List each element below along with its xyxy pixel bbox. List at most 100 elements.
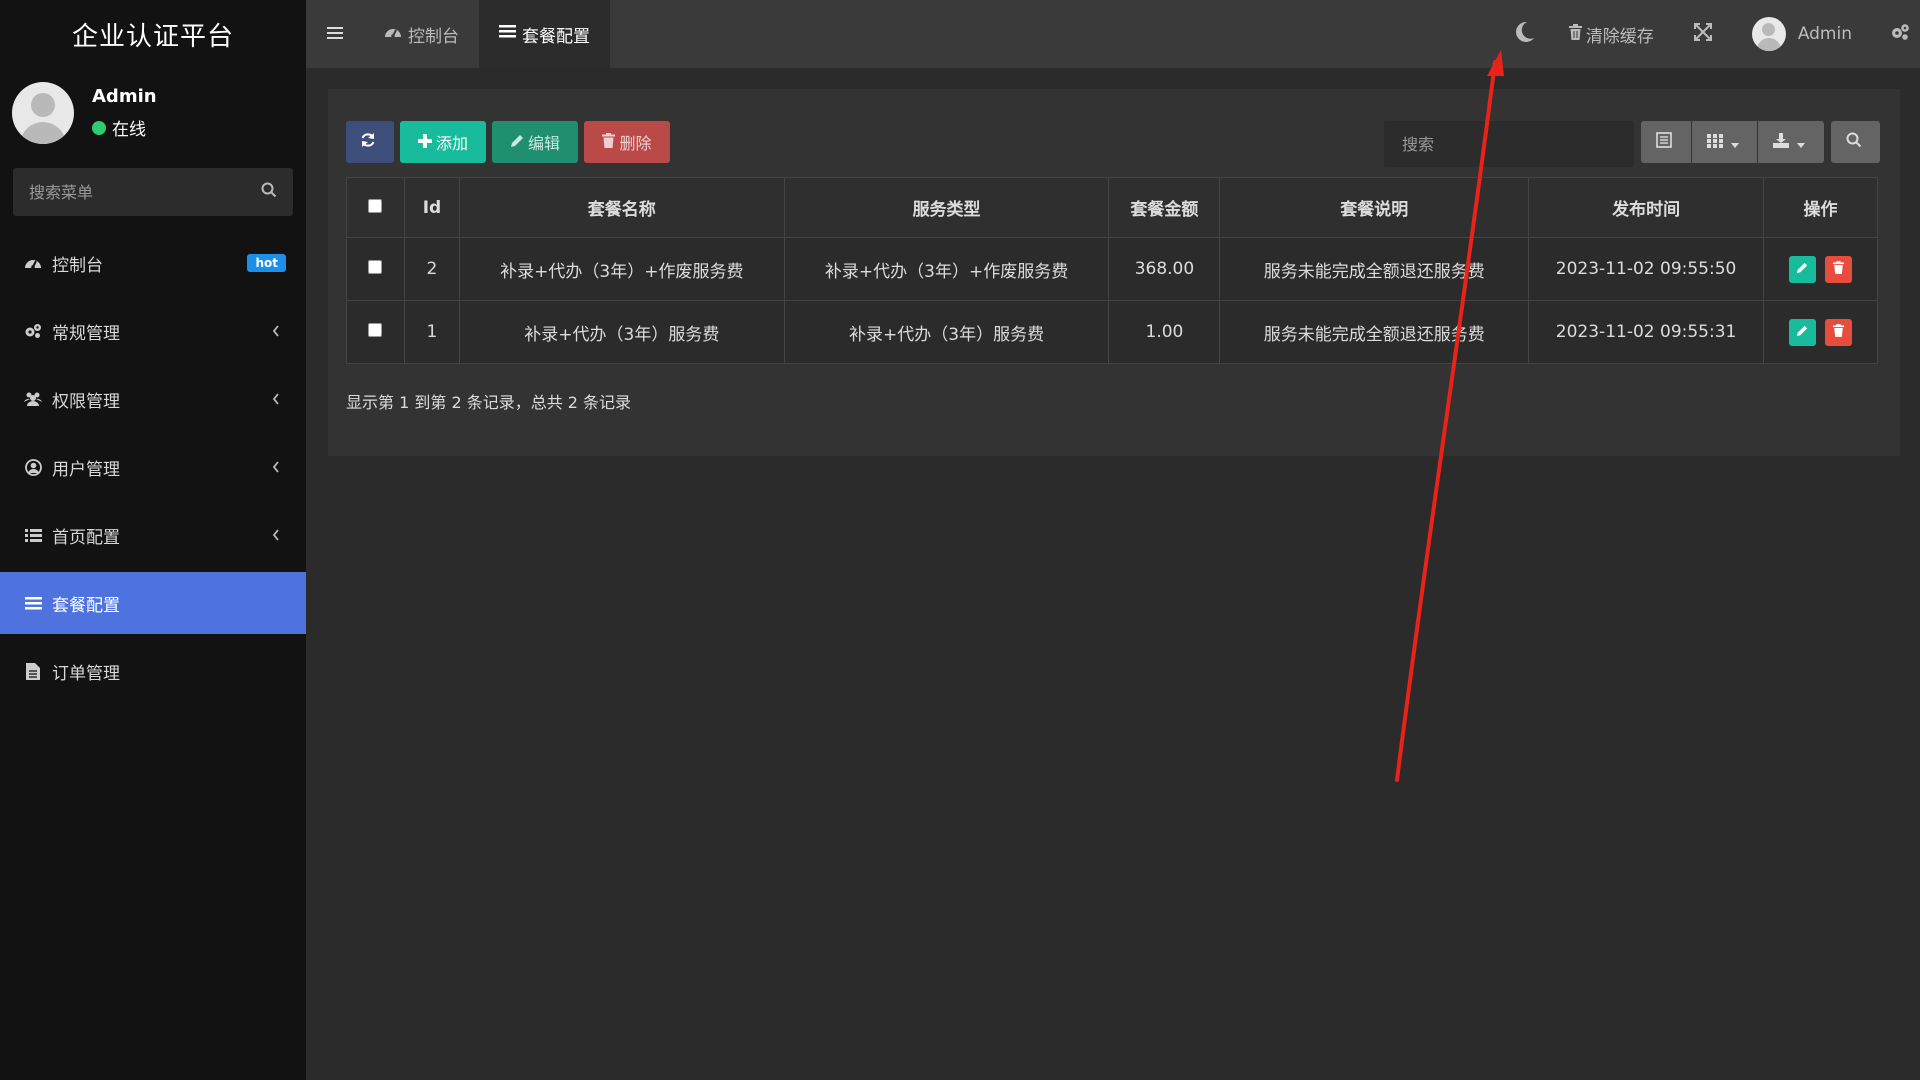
- sidebar-item-orders[interactable]: 订单管理: [0, 640, 306, 702]
- sidebar-item-users[interactable]: 用户管理: [0, 436, 306, 498]
- settings-button[interactable]: [1890, 23, 1910, 46]
- sidebar-search-input[interactable]: [29, 182, 261, 202]
- topbar-right: 清除缓存 Admin: [1515, 0, 1920, 68]
- user-status: 在线: [92, 115, 157, 140]
- tab-package-config[interactable]: 套餐配置: [479, 0, 610, 68]
- row-select-cell: [346, 237, 405, 301]
- row-delete-button[interactable]: [1825, 318, 1853, 346]
- row-checkbox[interactable]: [368, 260, 383, 274]
- sidebar-item-label: 权限管理: [52, 391, 120, 412]
- topbar: 控制台 套餐配置 清除缓存 Admin: [306, 0, 1920, 68]
- list-icon: [24, 594, 42, 612]
- avatar: [1751, 17, 1786, 51]
- cell-type: 补录+代办（3年）服务费: [783, 300, 1110, 364]
- sidebar-item-general[interactable]: 常规管理: [0, 300, 306, 362]
- fullscreen-button[interactable]: [1693, 22, 1712, 46]
- theme-toggle-button[interactable]: [1515, 21, 1535, 48]
- row-checkbox[interactable]: [368, 323, 383, 337]
- cell-actions: [1763, 300, 1878, 364]
- hot-badge: hot: [247, 254, 286, 272]
- expand-icon: [1693, 22, 1712, 46]
- column-header[interactable]: Id: [403, 177, 460, 238]
- edit-label: 编辑: [527, 134, 560, 153]
- list-view-icon: [1656, 132, 1676, 152]
- plus-icon: [417, 133, 436, 152]
- delete-button[interactable]: 删除: [584, 121, 670, 163]
- toggle-view-button[interactable]: [1641, 121, 1691, 163]
- sidebar-item-label: 常规管理: [52, 323, 120, 344]
- add-button[interactable]: 添加: [400, 121, 486, 163]
- sidebar-menu: 控制台 hot 常规管理 权限管理 用户管理 首页配置 套餐配置 订单管理: [0, 232, 306, 702]
- dashboard-icon: [384, 24, 408, 45]
- edit-button[interactable]: 编辑: [492, 121, 578, 163]
- table-row[interactable]: 1 补录+代办（3年）服务费 补录+代办（3年）服务费 1.00 服务未能完成全…: [346, 300, 1878, 364]
- table-header-row: Id 套餐名称 服务类型 套餐金额 套餐说明 发布时间 操作: [346, 177, 1878, 238]
- group-icon: [24, 390, 42, 408]
- sidebar-item-label: 订单管理: [52, 663, 120, 684]
- sidebar-item-label: 首页配置: [52, 527, 120, 548]
- pencil-icon: [510, 133, 528, 152]
- tab-label: 套餐配置: [522, 26, 590, 47]
- column-header[interactable]: 服务类型: [783, 177, 1110, 238]
- trash-icon: [1833, 322, 1845, 342]
- grid-icon: [1706, 133, 1727, 152]
- row-delete-button[interactable]: [1825, 255, 1853, 283]
- sidebar-item-label: 控制台: [52, 255, 103, 276]
- refresh-icon: [360, 132, 380, 152]
- table-search-input[interactable]: [1402, 134, 1622, 154]
- delete-label: 删除: [619, 134, 652, 153]
- row-edit-button[interactable]: [1788, 318, 1816, 346]
- sidebar-item-permission[interactable]: 权限管理: [0, 368, 306, 430]
- row-select-cell: [346, 300, 405, 364]
- advanced-search-button[interactable]: [1831, 121, 1880, 163]
- clear-cache-label: 清除缓存: [1585, 26, 1654, 47]
- clear-cache-button[interactable]: 清除缓存: [1568, 22, 1654, 47]
- column-header[interactable]: 套餐名称: [458, 177, 785, 238]
- online-dot-icon: [92, 120, 106, 135]
- pencil-icon: [1796, 322, 1808, 342]
- admin-menu[interactable]: Admin: [1751, 17, 1852, 51]
- caret-down-icon: [1797, 133, 1809, 152]
- table-row[interactable]: 2 补录+代办（3年）+作废服务费 补录+代办（3年）+作废服务费 368.00…: [346, 237, 1878, 301]
- sidebar-item-homepage-config[interactable]: 首页配置: [0, 504, 306, 566]
- chevron-left-icon: [272, 322, 280, 342]
- cell-desc: 服务未能完成全额退还服务费: [1219, 300, 1530, 364]
- row-edit-button[interactable]: [1788, 255, 1816, 283]
- sidebar: 企业认证平台 Admin 在线 控制台 hot 常规管理: [0, 0, 306, 1080]
- admin-label: Admin: [1797, 24, 1852, 44]
- cell-type: 补录+代办（3年）+作废服务费: [783, 237, 1110, 301]
- pagination-info: 显示第 1 到第 2 条记录，总共 2 条记录: [346, 393, 632, 412]
- export-icon: [1773, 132, 1793, 152]
- trash-icon: [1833, 259, 1845, 279]
- refresh-button[interactable]: [346, 121, 394, 163]
- chevron-left-icon: [272, 390, 280, 410]
- sidebar-toggle-button[interactable]: [306, 0, 364, 68]
- column-header[interactable]: 套餐说明: [1219, 177, 1530, 238]
- search-icon[interactable]: [261, 182, 277, 202]
- sidebar-item-package-config[interactable]: 套餐配置: [0, 572, 306, 634]
- cell-time: 2023-11-02 09:55:50: [1528, 237, 1765, 301]
- pencil-icon: [1796, 259, 1808, 279]
- sidebar-item-label: 套餐配置: [52, 595, 120, 616]
- sidebar-item-label: 用户管理: [52, 459, 120, 480]
- content-panel: 添加 编辑 删除 搜索 Id 套餐名称 服务类型 套餐金额 套餐说明 发布时间 …: [328, 89, 1900, 456]
- column-header[interactable]: 发布时间: [1528, 177, 1765, 238]
- toolbar: 添加 编辑 删除: [346, 121, 1880, 167]
- dashboard-icon: [24, 254, 42, 272]
- tab-dashboard[interactable]: 控制台: [364, 0, 479, 68]
- table-search: [1384, 121, 1634, 167]
- select-all-checkbox[interactable]: [368, 198, 383, 213]
- cogs-icon: [24, 322, 42, 340]
- cell-actions: [1763, 237, 1878, 301]
- columns-dropdown-button[interactable]: [1692, 121, 1757, 163]
- brand-title[interactable]: 企业认证平台: [0, 0, 306, 68]
- sidebar-item-dashboard[interactable]: 控制台 hot: [0, 232, 306, 294]
- user-panel: Admin 在线: [0, 68, 306, 158]
- column-header[interactable]: 套餐金额: [1108, 177, 1221, 238]
- cell-name: 补录+代办（3年）服务费: [458, 300, 785, 364]
- export-dropdown-button[interactable]: [1758, 121, 1824, 163]
- cell-desc: 服务未能完成全额退还服务费: [1219, 237, 1530, 301]
- user-status-label: 在线: [112, 120, 146, 140]
- cell-amount: 368.00: [1108, 237, 1221, 301]
- caret-down-icon: [1730, 133, 1743, 152]
